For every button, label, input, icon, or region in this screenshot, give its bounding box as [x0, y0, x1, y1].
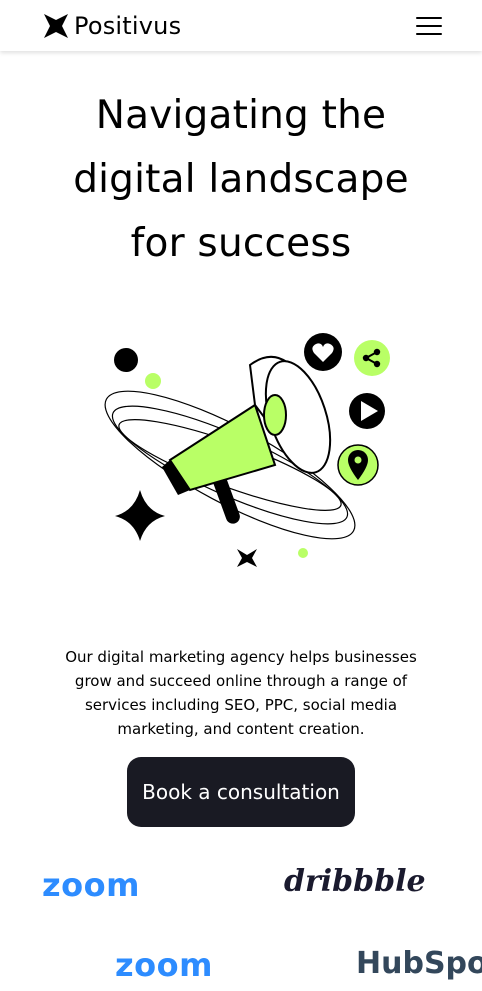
- hero-title: Navigating the digital landscape for suc…: [0, 84, 482, 276]
- hubspot-logo: HubSpot: [356, 946, 482, 981]
- green-dot-small: [298, 548, 308, 558]
- zoom-logo: zoom: [42, 866, 140, 904]
- small-star-icon: [237, 549, 257, 567]
- brand-logo[interactable]: Positivus: [44, 12, 181, 40]
- description-line: Our digital marketing agency helps busin…: [65, 648, 417, 666]
- dribbble-logo: dribbble: [284, 864, 426, 899]
- client-logos: zoom dribbble zoom HubSpot: [0, 860, 482, 991]
- hubspot-logo-text: HubSpot: [356, 946, 482, 981]
- hero-description: Our digital marketing agency helps busin…: [50, 645, 432, 741]
- positivus-logo-icon: [44, 13, 68, 38]
- site-header: Positivus: [0, 0, 482, 51]
- zoom-logo: zoom: [115, 946, 213, 984]
- brand-name: Positivus: [74, 11, 182, 40]
- location-pin-icon: [337, 444, 379, 486]
- description-line: marketing, and content creation.: [117, 720, 365, 738]
- hamburger-menu-icon[interactable]: [416, 16, 442, 35]
- book-consultation-button[interactable]: Book a consultation: [127, 757, 355, 827]
- green-dot: [145, 373, 161, 389]
- description-line: services including SEO, PPC, social medi…: [84, 696, 398, 714]
- heart-icon: [304, 333, 342, 371]
- black-dot: [114, 348, 138, 372]
- megaphone-icon: [162, 355, 332, 524]
- sparkle-star-icon: [115, 490, 165, 541]
- hero-title-line: for success: [130, 221, 352, 266]
- play-icon: [349, 393, 385, 429]
- description-line: grow and succeed online through a range …: [74, 672, 408, 690]
- megaphone-illustration: [104, 333, 390, 567]
- hero-title-line: Navigating the: [95, 93, 387, 138]
- hero-title-line: digital landscape: [73, 157, 409, 202]
- share-icon: [354, 340, 390, 376]
